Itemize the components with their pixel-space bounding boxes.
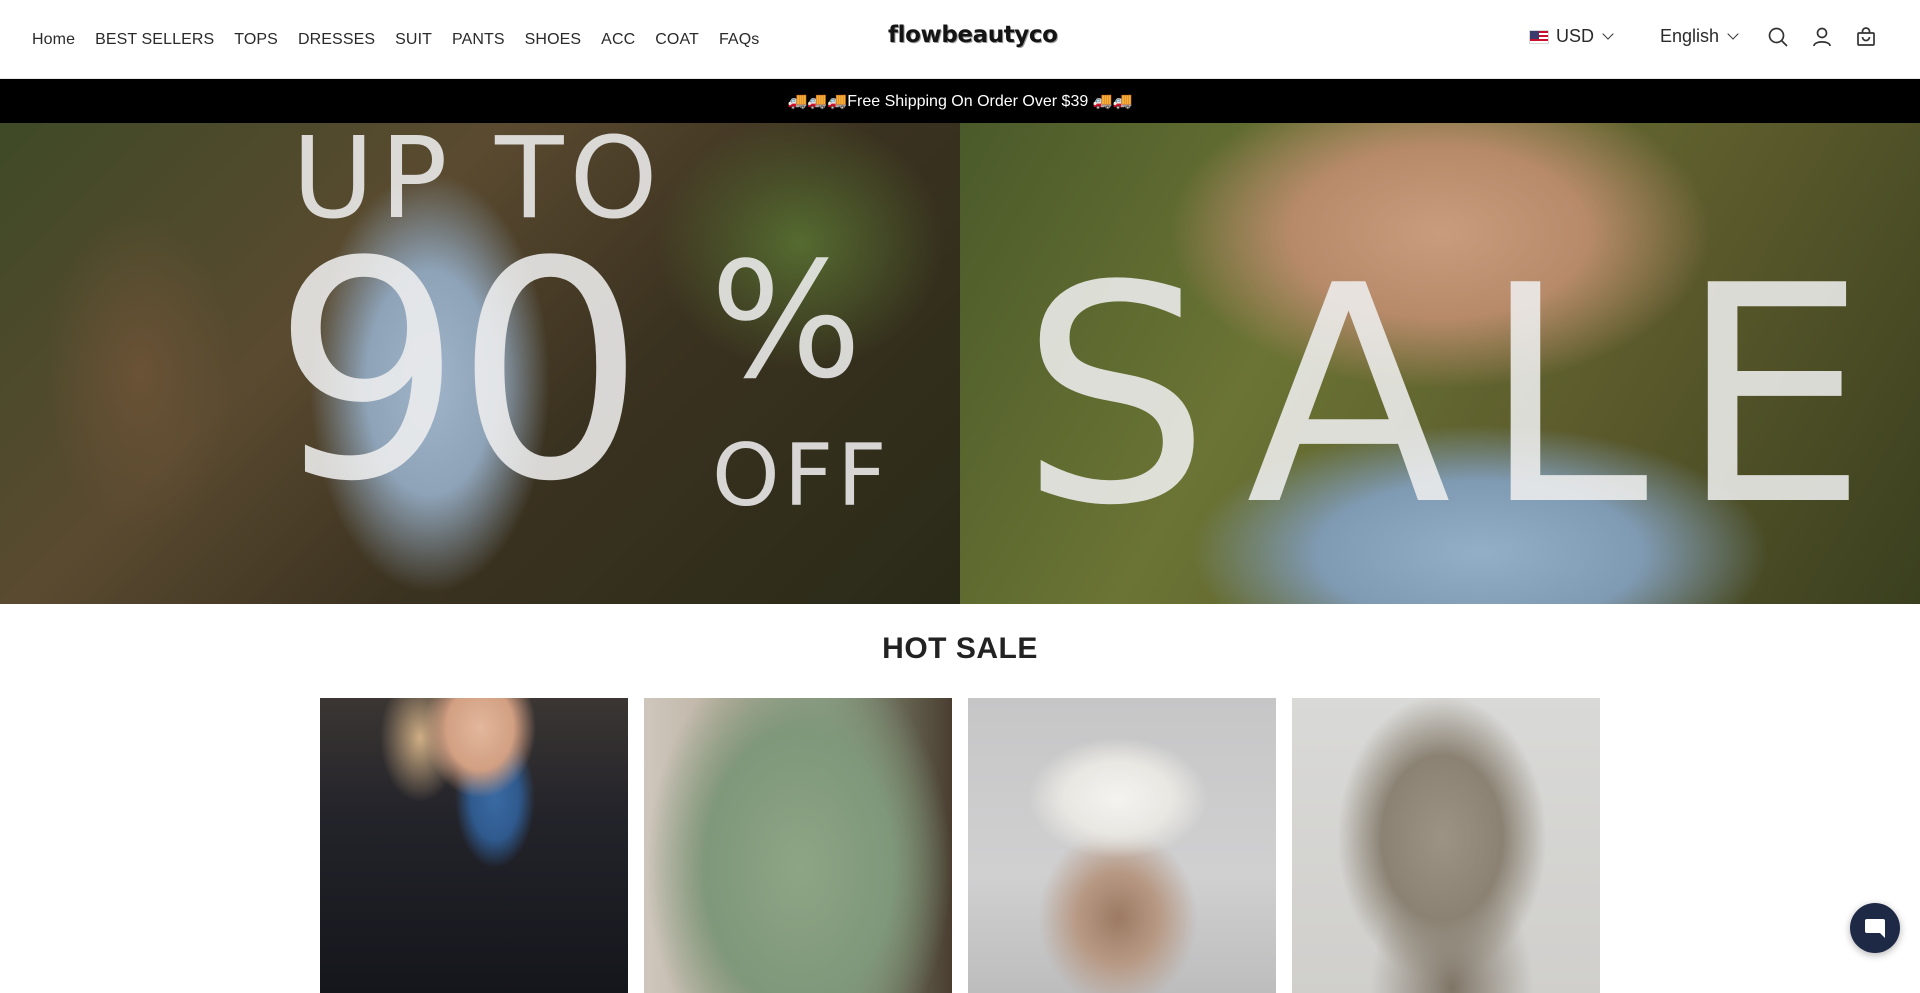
- currency-selector[interactable]: USD: [1529, 26, 1614, 47]
- nav-shoes[interactable]: SHOES: [525, 31, 582, 49]
- hero-sale-text: SALE: [1020, 222, 1898, 571]
- search-icon[interactable]: [1767, 26, 1789, 48]
- chat-icon: [1865, 919, 1885, 938]
- announcement-text: 🚚🚚🚚Free Shipping On Order Over $39 🚚🚚: [787, 93, 1133, 110]
- product-card-1[interactable]: [320, 698, 628, 993]
- nav-tops[interactable]: TOPS: [234, 31, 278, 49]
- site-logo[interactable]: flowbeautyco: [888, 22, 1058, 48]
- product-card-3[interactable]: [968, 698, 1276, 993]
- cart-icon[interactable]: [1855, 26, 1877, 48]
- chevron-down-icon: [1602, 28, 1614, 40]
- language-selector[interactable]: English: [1660, 26, 1739, 47]
- hero-percent-sign: %: [710, 227, 863, 414]
- chevron-down-icon: [1727, 28, 1739, 40]
- currency-label: USD: [1556, 26, 1595, 46]
- announcement-bar: 🚚🚚🚚Free Shipping On Order Over $39 🚚🚚: [0, 79, 1920, 123]
- nav-faqs[interactable]: FAQs: [719, 31, 759, 49]
- us-flag-icon: [1529, 29, 1549, 44]
- nav-home[interactable]: Home: [32, 31, 75, 49]
- site-header: Home BEST SELLERS TOPS DRESSES SUIT PANT…: [0, 0, 1920, 79]
- hero-banner[interactable]: UP TO 90 % OFF SALE: [0, 123, 1920, 604]
- nav-best-sellers[interactable]: BEST SELLERS: [95, 31, 214, 49]
- nav-acc[interactable]: ACC: [601, 31, 635, 49]
- account-icon[interactable]: [1811, 26, 1833, 48]
- nav-suit[interactable]: SUIT: [395, 31, 432, 49]
- hero-percent-number: 90: [272, 198, 646, 547]
- hero-off-text: OFF: [712, 426, 891, 526]
- product-card-4[interactable]: [1292, 698, 1600, 993]
- nav-coat[interactable]: COAT: [655, 31, 699, 49]
- product-card-2[interactable]: [644, 698, 952, 993]
- chat-button[interactable]: [1850, 903, 1900, 953]
- nav-dresses[interactable]: DRESSES: [298, 31, 375, 49]
- nav-pants[interactable]: PANTS: [452, 31, 505, 49]
- main-nav: Home BEST SELLERS TOPS DRESSES SUIT PANT…: [32, 0, 759, 79]
- language-label: English: [1660, 26, 1720, 46]
- hot-sale-title: HOT SALE: [882, 632, 1038, 665]
